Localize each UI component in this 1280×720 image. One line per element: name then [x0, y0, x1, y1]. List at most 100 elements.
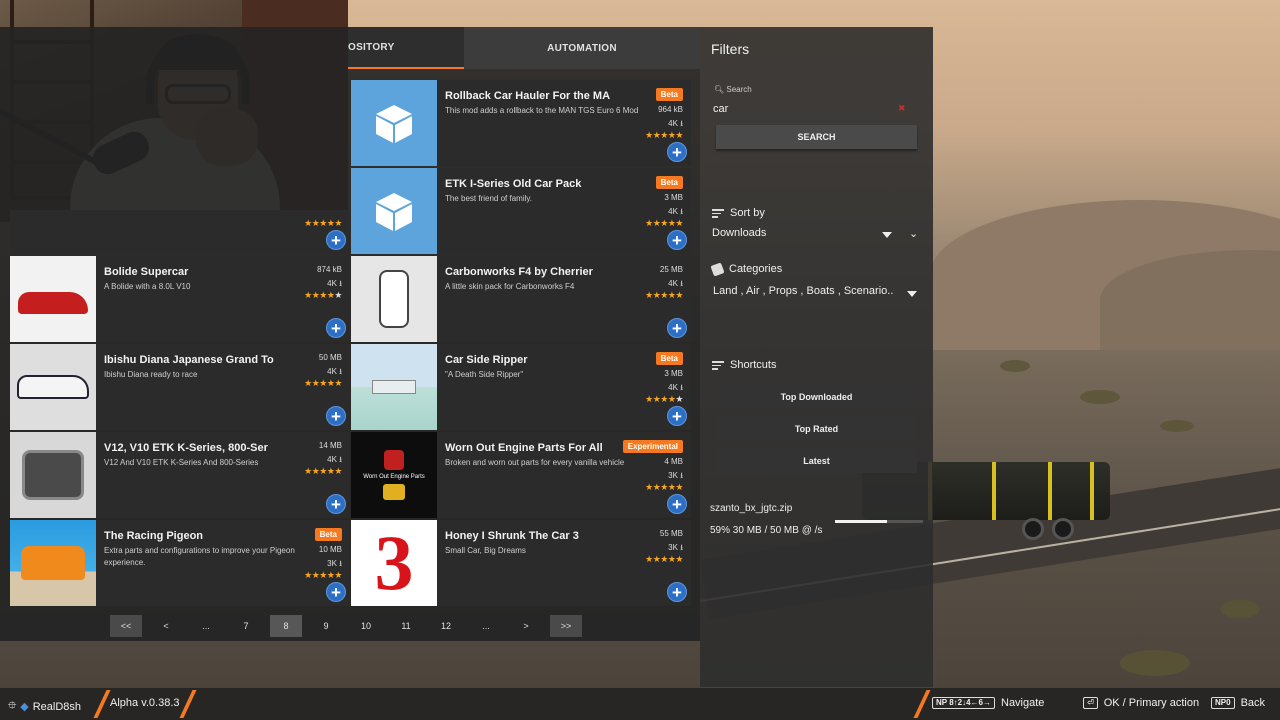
mod-thumbnail	[10, 344, 96, 430]
add-mod-button[interactable]: +	[326, 406, 346, 426]
shortcut-latest[interactable]: Latest	[716, 449, 917, 473]
shortcut-top-rated[interactable]: Top Rated	[716, 417, 917, 441]
plus-icon: +	[331, 495, 341, 514]
add-mod-button[interactable]: +	[667, 582, 687, 602]
download-arrow-icon: ⭳	[680, 279, 683, 288]
shortcut-top-downloaded[interactable]: Top Downloaded	[716, 385, 917, 409]
page-button[interactable]: >	[510, 615, 542, 637]
add-mod-button[interactable]: +	[667, 230, 687, 250]
version-label: Alpha v.0.38.3	[110, 697, 180, 709]
mod-description: Small Car, Big Dreams	[445, 546, 526, 555]
mod-title[interactable]: Worn Out Engine Parts For All	[445, 442, 635, 454]
add-mod-button[interactable]: +	[667, 406, 687, 426]
mod-size: 55 MB	[659, 529, 683, 538]
add-mod-button[interactable]: +	[667, 318, 687, 338]
mod-title[interactable]: Car Side Ripper	[445, 354, 635, 366]
menu-icon	[712, 359, 724, 372]
mod-size: 874 kB	[317, 265, 342, 274]
mod-card[interactable]: Ibishu Diana Japanese Grand To Ibishu Dia…	[10, 344, 350, 430]
download-filename: szanto_bx_jgtc.zip	[710, 503, 793, 514]
mod-status-badge: Experimental	[622, 440, 683, 453]
add-mod-button[interactable]: +	[326, 582, 346, 602]
download-arrow-icon: ⭳	[680, 543, 683, 552]
plus-icon: +	[331, 319, 341, 338]
mod-size: 25 MB	[659, 265, 683, 274]
divider-slash	[179, 690, 197, 718]
add-mod-button[interactable]: +	[667, 142, 687, 162]
page-button[interactable]: >>	[550, 615, 582, 637]
add-mod-button[interactable]: +	[326, 494, 346, 514]
mod-status-badge: Beta	[655, 88, 683, 101]
mod-title[interactable]: V12, V10 ETK K-Series, 800-Ser	[104, 442, 294, 454]
page-button[interactable]: ...	[470, 615, 502, 637]
add-mod-button[interactable]: +	[326, 230, 346, 250]
categories-select[interactable]: Land , Air , Props , Boats , Scenario...	[713, 285, 893, 297]
mod-description: Ibishu Diana ready to race	[104, 370, 198, 379]
mod-title[interactable]: Bolide Supercar	[104, 266, 294, 278]
tab-automation[interactable]: AUTOMATION	[464, 27, 700, 69]
rating-stars: ★★★★★	[304, 570, 342, 580]
page-button[interactable]: 10	[350, 615, 382, 637]
mod-thumbnail	[351, 344, 437, 430]
plus-icon: +	[672, 231, 682, 250]
rating-stars: ★★★★★	[645, 218, 683, 228]
mod-card-partial[interactable]: ★★★★★ +	[10, 210, 350, 254]
mod-title[interactable]: Honey I Shrunk The Car 3	[445, 530, 635, 542]
page-button[interactable]: 9	[310, 615, 342, 637]
mod-title[interactable]: Carbonworks F4 by Cherrier	[445, 266, 635, 278]
mod-card[interactable]: V12, V10 ETK K-Series, 800-Ser V12 And V1…	[10, 432, 350, 518]
mod-card[interactable]: ETK I-Series Old Car Pack The best friend…	[351, 168, 691, 254]
clear-search-icon[interactable]: ✖	[898, 103, 906, 114]
tab-repository[interactable]: OSITORY	[348, 27, 464, 69]
mod-thumbnail	[10, 256, 96, 342]
thumbnail-caption: Worn Out Engine Parts	[363, 474, 425, 480]
mod-card[interactable]: Car Side Ripper "A Death Side Ripper" Beta…	[351, 344, 691, 430]
page-button[interactable]: 12	[430, 615, 462, 637]
mod-card[interactable]: Rollback Car Hauler For the MA This mod a…	[351, 80, 691, 166]
mod-status-badge: Beta	[314, 528, 342, 541]
car-shape	[17, 375, 89, 399]
mod-thumbnail	[10, 432, 96, 518]
page-button[interactable]: <	[150, 615, 182, 637]
mod-title[interactable]: ETK I-Series Old Car Pack	[445, 178, 635, 190]
mod-card[interactable]: The Racing Pigeon Extra parts and configu…	[10, 520, 350, 606]
download-count: 4K	[668, 207, 678, 216]
mod-description: Broken and worn out parts for every vani…	[445, 458, 625, 467]
download-count: 4K	[668, 383, 678, 392]
plus-icon: +	[672, 495, 682, 514]
mod-card[interactable]: Bolide Supercar A Bolide with a 8.0L V10 8…	[10, 256, 350, 342]
download-arrow-icon: ⭳	[680, 383, 683, 392]
sort-select[interactable]: Downloads	[712, 227, 892, 239]
plus-icon: +	[331, 583, 341, 602]
search-button[interactable]: SEARCH	[716, 125, 917, 149]
mod-title[interactable]: Ibishu Diana Japanese Grand To	[104, 354, 294, 366]
page-button[interactable]: ...	[190, 615, 222, 637]
page-button[interactable]: 7	[230, 615, 262, 637]
sort-expand-icon[interactable]: ⌄	[909, 227, 918, 240]
rating-stars: ★★★★★	[304, 218, 342, 228]
page-button[interactable]: 8	[270, 615, 302, 637]
mod-card[interactable]: Carbonworks F4 by Cherrier A little skin …	[351, 256, 691, 342]
search-input[interactable]	[713, 101, 881, 117]
sort-by-heading: Sort by	[712, 207, 765, 220]
mod-title[interactable]: The Racing Pigeon	[104, 530, 294, 542]
plus-icon: +	[672, 319, 682, 338]
filters-panel: Filters 🔍︎ Search ✖ SEARCH Sort by Downl…	[700, 27, 933, 687]
add-mod-button[interactable]: +	[667, 494, 687, 514]
rating-stars: ★★★★★	[645, 130, 683, 140]
add-mod-button[interactable]: +	[326, 318, 346, 338]
download-status: 59% 30 MB / 50 MB @ /s	[710, 525, 823, 536]
chevron-down-icon[interactable]	[907, 291, 917, 297]
page-button[interactable]: 11	[390, 615, 422, 637]
engine-part-shape	[384, 450, 404, 470]
mod-title[interactable]: Rollback Car Hauler For the MA	[445, 90, 635, 102]
rating-stars: ★★★★★	[304, 378, 342, 388]
page-button[interactable]: <<	[110, 615, 142, 637]
engine-shape	[22, 450, 84, 500]
engine-part-shape	[383, 484, 405, 500]
tab-bar: OSITORY AUTOMATION	[348, 27, 700, 69]
mod-card[interactable]: 3 Honey I Shrunk The Car 3 Small Car, Big …	[351, 520, 691, 606]
car-shape	[379, 270, 409, 328]
mod-card[interactable]: Worn Out Engine Parts Worn Out Engine Par…	[351, 432, 691, 518]
sort-value: Downloads	[712, 227, 767, 239]
